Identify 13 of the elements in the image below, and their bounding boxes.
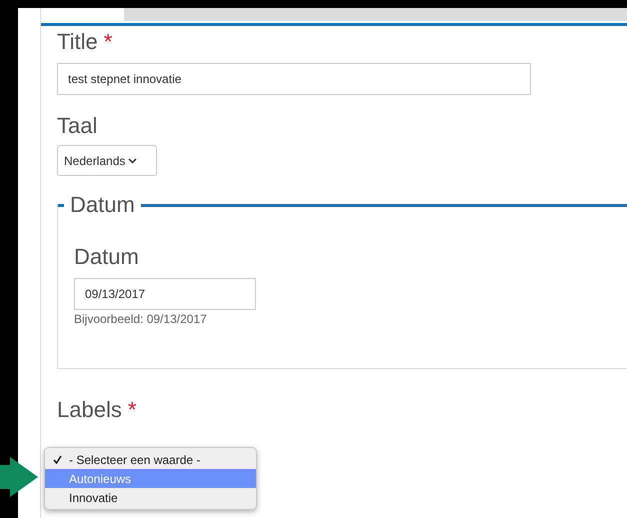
field-label: Title * [57,29,114,55]
field-label: Labels * [57,397,138,423]
group-legend: Datum [70,192,135,218]
title-input[interactable]: test stepnet innovatie [57,63,531,95]
language-select[interactable]: Nederlands [57,145,157,176]
chevron-icon [128,158,138,164]
hint-text: Bijvoorbeeld: 09/13/2017 [74,312,207,326]
field-label: Taal [57,113,98,139]
arrow-icon [0,457,40,497]
field-label: Datum [74,244,140,270]
dropdown-option[interactable]: - Selecteer een waarde - [45,450,256,469]
dropdown-option[interactable]: Innovatie [45,488,256,507]
date-input[interactable]: 09/13/2017 [74,278,256,310]
